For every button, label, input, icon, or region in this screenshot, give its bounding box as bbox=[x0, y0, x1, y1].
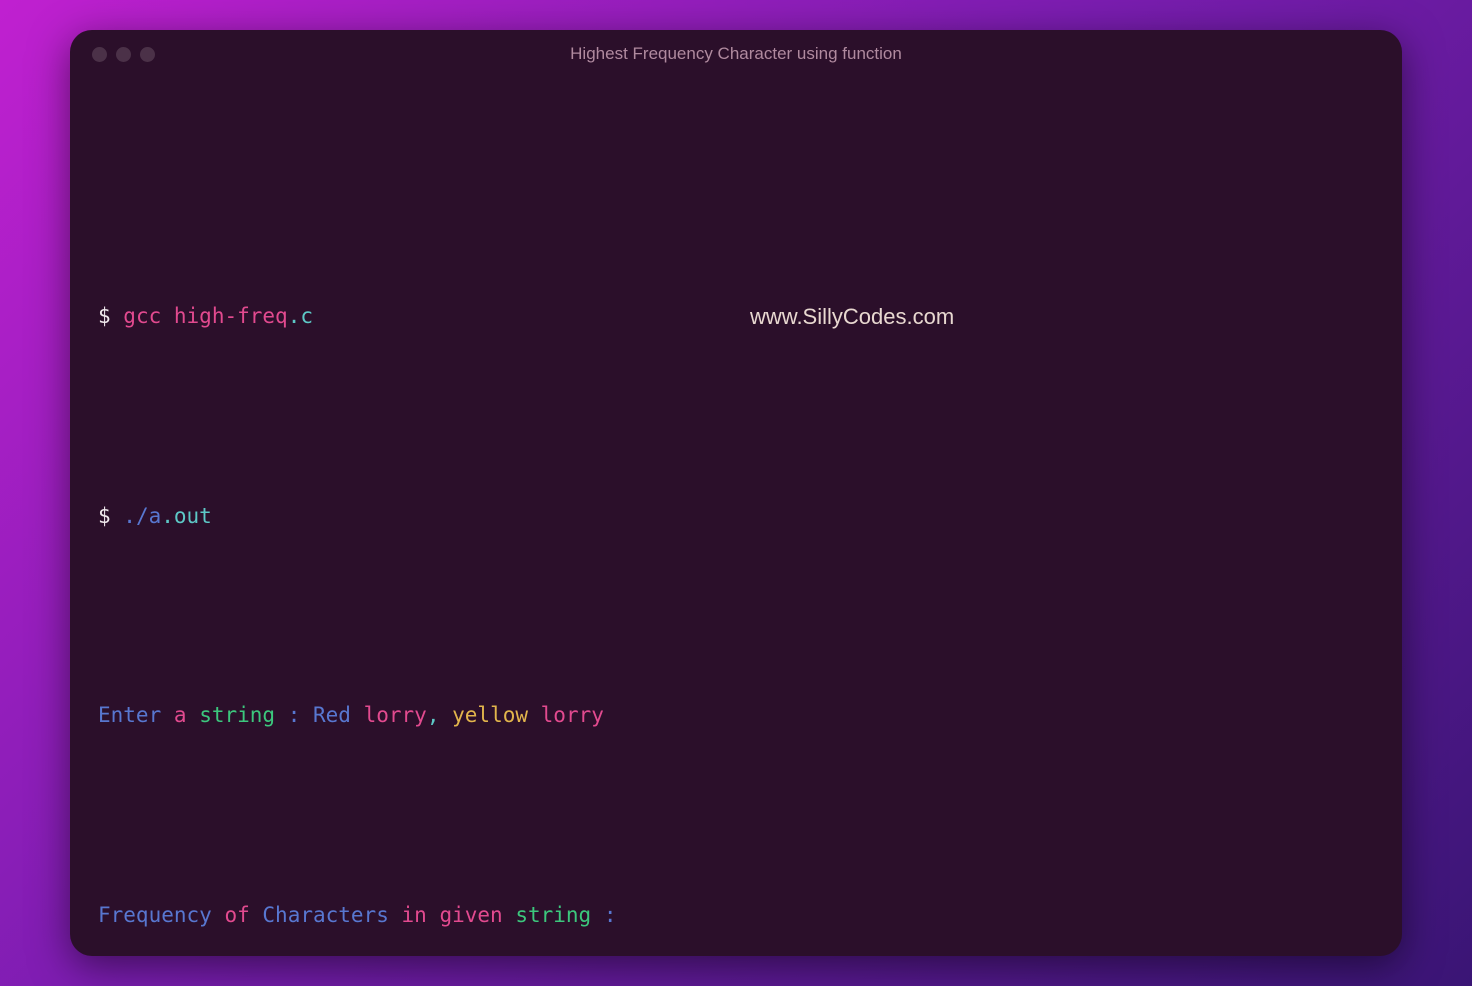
cmd-compile: $ gcc high-freq.c bbox=[98, 297, 1374, 337]
input-line: Enter a string : Red lorry, yellow lorry bbox=[98, 696, 1374, 736]
close-icon[interactable] bbox=[92, 47, 107, 62]
traffic-lights bbox=[92, 47, 155, 62]
zoom-icon[interactable] bbox=[140, 47, 155, 62]
output-header: Frequency of Characters in given string … bbox=[98, 896, 1374, 936]
run-ext: .out bbox=[161, 504, 212, 528]
titlebar: Highest Frequency Character using functi… bbox=[70, 30, 1402, 78]
prompt: $ bbox=[98, 304, 123, 328]
prompt: $ bbox=[98, 504, 123, 528]
minimize-icon[interactable] bbox=[116, 47, 131, 62]
window-title: Highest Frequency Character using functi… bbox=[70, 44, 1402, 64]
run-prefix: ./a bbox=[123, 504, 161, 528]
cmd-gcc: gcc bbox=[123, 304, 161, 328]
arg-ext: .c bbox=[288, 304, 313, 328]
arg-filename: high-freq bbox=[174, 304, 288, 328]
cmd-run: $ ./a.out bbox=[98, 497, 1374, 537]
terminal-window: Highest Frequency Character using functi… bbox=[70, 30, 1402, 956]
terminal-content[interactable]: www.SillyCodes.com $ gcc high-freq.c $ .… bbox=[70, 78, 1402, 956]
